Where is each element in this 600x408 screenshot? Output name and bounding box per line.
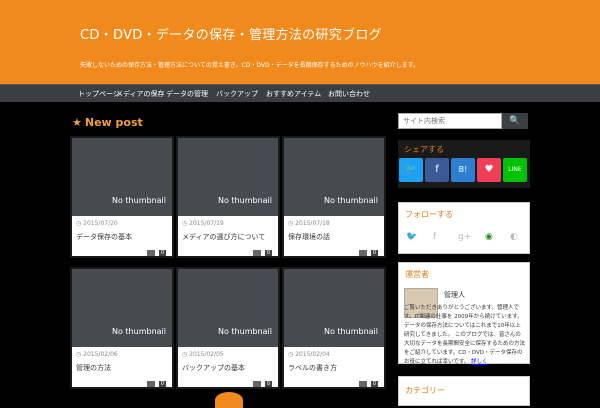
post-title[interactable]: 管理の方法 [76,363,111,373]
follow-widget: フォローする [398,202,530,254]
nav-item-media[interactable]: メディアの保存 [116,89,165,99]
post-date: ◷ 2015/07/20 [76,220,118,227]
new-post-heading: ★ New post [72,116,143,129]
post-date: ◷ 2015/07/19 [182,220,224,227]
post-card[interactable]: No thumbnail ◷ 2015/02/06 管理の方法 0 [70,267,174,389]
post-title[interactable]: メディアの選び方について [182,232,265,242]
folder-icon [358,249,367,256]
follow-google-plus-icon[interactable]: g+ [458,232,471,242]
folder-icon [146,249,155,256]
thumbnail-label: No thumbnail [112,327,166,336]
site-description: 失敗しないための保存方法・管理方法についての覚え書き。CD・DVD・データを長期… [80,62,419,69]
folder-icon [252,249,261,256]
post-card[interactable]: No thumbnail ◷ 2015/07/18 保存環境の話 0 [282,136,386,258]
post-title[interactable]: データ保存の基本 [76,232,132,242]
follow-rss-icon[interactable]: ◉ [485,232,493,242]
post-date: ◷ 2015/07/18 [288,220,330,227]
profile-more-link[interactable]: 詳しく [471,359,488,365]
twitter-icon: 🐦 [404,164,418,175]
profile-name: 管理人 [444,291,465,299]
thumbnail-label: No thumbnail [218,327,272,336]
page-top-button[interactable] [215,392,243,408]
category-widget: カテゴリー [398,376,530,406]
share-twitter-button[interactable]: 🐦 [399,158,423,182]
follow-widget-title: フォローする [405,210,453,219]
nav-item-backup[interactable]: バックアップ [216,89,258,99]
post-title[interactable]: バックアップの基本 [182,363,245,373]
nav-item-data[interactable]: データの管理 [166,89,208,99]
post-meta: 0 [146,373,166,392]
comment-count: 0 [264,380,272,387]
comment-count: 0 [370,380,378,387]
folder-icon [358,380,367,387]
post-card[interactable]: No thumbnail ◷ 2015/07/20 データ保存の基本 0 [70,136,174,258]
post-date: ◷ 2015/02/04 [288,351,330,358]
post-thumbnail[interactable]: No thumbnail [178,138,278,216]
follow-facebook-icon[interactable]: f [433,232,436,242]
post-meta: 0 [252,242,272,261]
comment-count: 0 [158,380,166,387]
comment-count: 0 [158,249,166,256]
new-post-title: New post [84,116,143,129]
folder-icon [252,380,261,387]
profile-text: ご覧いただきありがとうございます。管理人です。IT関連の仕事を 2009年から続… [404,304,526,367]
post-card[interactable]: No thumbnail ◷ 2015/02/04 ラベルの書き方 0 [282,267,386,389]
nav-item-home[interactable]: トップページ [78,89,120,99]
facebook-icon: f [435,164,439,175]
comment-count: 0 [370,249,378,256]
pocket-icon: ♥ [484,164,494,175]
post-meta: 0 [358,242,378,261]
share-line-button[interactable]: LINE [503,158,527,182]
star-icon: ★ [72,116,82,129]
post-meta: 0 [252,373,272,392]
post-thumbnail[interactable]: No thumbnail [284,138,384,216]
thumbnail-label: No thumbnail [112,196,166,205]
thumbnail-label: No thumbnail [218,196,272,205]
search-button[interactable]: 🔍 [502,113,528,129]
global-nav: トップページ メディアの保存 データの管理 バックアップ おすすめアイテム お問… [0,84,600,102]
post-title[interactable]: ラベルの書き方 [288,363,337,373]
post-card[interactable]: No thumbnail ◷ 2015/07/19 メディアの選び方について 0 [176,136,280,258]
search-icon: 🔍 [509,116,521,126]
share-facebook-button[interactable]: f [425,158,449,182]
post-thumbnail[interactable]: No thumbnail [284,269,384,347]
share-pocket-button[interactable]: ♥ [477,158,501,182]
profile-widget-title: 運営者 [405,270,429,279]
hatena-icon: B! [458,165,468,174]
follow-twitter-icon[interactable]: 🐦 [406,232,417,242]
post-thumbnail[interactable]: No thumbnail [178,269,278,347]
comment-count: 0 [264,249,272,256]
site-header: CD・DVD・データの保存・管理方法の研究ブログ 失敗しないための保存方法・管理… [0,0,600,84]
post-thumbnail[interactable]: No thumbnail [72,269,172,347]
post-thumbnail[interactable]: No thumbnail [72,138,172,216]
follow-feedly-icon[interactable]: ◐ [510,232,518,242]
post-title[interactable]: 保存環境の話 [288,232,330,242]
post-meta: 0 [358,373,378,392]
post-meta: 0 [146,242,166,261]
site-title[interactable]: CD・DVD・データの保存・管理方法の研究ブログ [80,24,382,43]
share-hatena-button[interactable]: B! [451,158,475,182]
folder-icon [146,380,155,387]
share-widget-title: シェアする [404,145,444,154]
nav-item-contact[interactable]: お問い合わせ [328,89,370,99]
post-date: ◷ 2015/02/06 [76,351,118,358]
profile-description: ご覧いただきありがとうございます。管理人です。IT関連の仕事を 2009年から続… [404,305,526,365]
post-card[interactable]: No thumbnail ◷ 2015/02/05 バックアップの基本 0 [176,267,280,389]
thumbnail-label: No thumbnail [324,196,378,205]
line-icon: LINE [508,166,522,173]
search-input[interactable] [398,113,502,129]
post-date: ◷ 2015/02/05 [182,351,224,358]
category-widget-title: カテゴリー [405,386,445,395]
thumbnail-label: No thumbnail [324,327,378,336]
nav-item-items[interactable]: おすすめアイテム [266,89,321,99]
